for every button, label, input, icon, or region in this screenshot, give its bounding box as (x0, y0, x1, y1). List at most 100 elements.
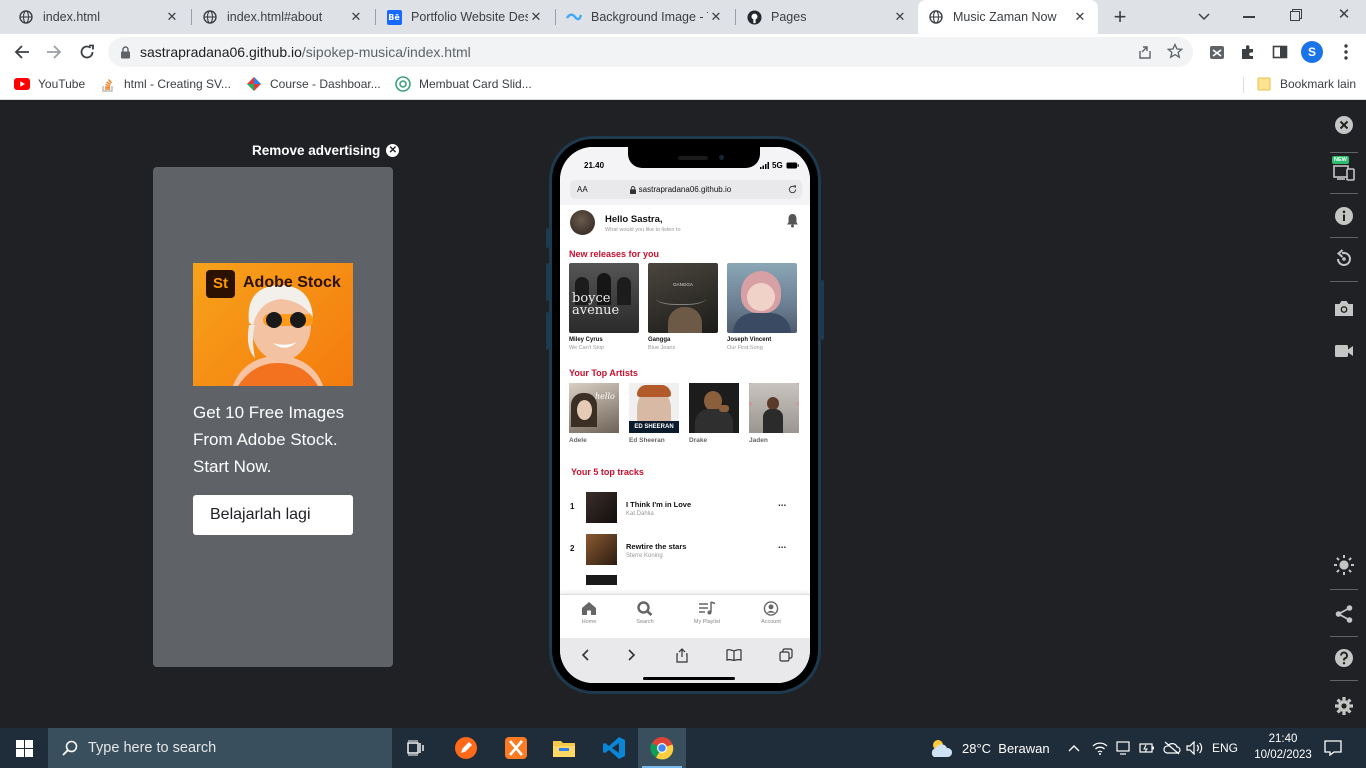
tab-index[interactable]: index.html ✕ (8, 0, 190, 34)
new-tab-button[interactable]: + (1108, 3, 1132, 31)
taskbar-search[interactable]: Type here to search (48, 728, 392, 768)
safari-bookmarks-icon[interactable] (724, 645, 744, 665)
bookmark-card-slider[interactable]: Membuat Card Slid... (395, 70, 532, 98)
other-bookmarks[interactable]: Bookmark lain (1256, 70, 1356, 98)
file-explorer-icon[interactable] (540, 728, 588, 768)
release-cover: GANGGA (648, 263, 718, 333)
artist-card[interactable]: ED SHEERAN Ed Sheeran (629, 383, 679, 444)
release-card[interactable]: Joseph Vincent Our First Song (727, 263, 797, 351)
section-title-new-releases: New releases for you (569, 249, 660, 259)
greeting: Hello Sastra, (605, 214, 663, 225)
profile-avatar[interactable]: S (1301, 41, 1323, 63)
tab-search-icon[interactable] (1196, 8, 1212, 24)
weather-widget[interactable]: 28°C Berawan (928, 728, 1050, 768)
close-icon[interactable]: ✕ (1072, 9, 1088, 25)
more-options-icon[interactable]: ... (778, 540, 786, 551)
clock[interactable]: 21:40 10/02/2023 (1248, 731, 1318, 763)
search-icon (637, 601, 653, 616)
track-row[interactable]: 1 I Think I'm in Love Kat Dahlia ... (560, 490, 810, 524)
extension-icon[interactable] (1204, 39, 1230, 65)
artist-card[interactable]: hello Adele (569, 383, 619, 444)
camera-icon[interactable] (1332, 296, 1356, 320)
nav-my-playlist[interactable]: My Playlist (682, 601, 732, 625)
gear-icon[interactable] (1332, 694, 1356, 718)
safari-tabs-icon[interactable] (776, 645, 796, 665)
forward-button[interactable] (41, 39, 67, 65)
close-window-button[interactable]: ✕ (1336, 7, 1352, 23)
bookmark-stackoverflow[interactable]: html - Creating SV... (100, 70, 231, 98)
release-card[interactable]: GANGGA Gangga Blue Jeans (648, 263, 718, 351)
artist-card[interactable]: Drake (689, 383, 739, 444)
show-hidden-icons[interactable] (1068, 728, 1080, 768)
reload-button[interactable] (74, 39, 100, 65)
help-icon[interactable] (1332, 646, 1356, 670)
back-button[interactable] (9, 39, 35, 65)
bookmark-youtube[interactable]: YouTube (14, 70, 85, 98)
release-card[interactable]: boyce avenue Miley Cyrus We Can't Stop (569, 263, 639, 351)
device-icon[interactable] (1116, 728, 1130, 768)
url-path: /sipokep-musica/index.html (301, 44, 471, 60)
side-panel-icon[interactable] (1267, 39, 1293, 65)
cloud-off-icon[interactable] (1163, 728, 1181, 768)
artist-card[interactable]: Jaden (749, 383, 799, 444)
safari-address-bar[interactable]: AA sastrapradana06.github.io (570, 180, 802, 199)
video-camera-icon[interactable] (1332, 339, 1356, 363)
close-icon[interactable]: ✕ (892, 9, 908, 25)
safari-back-icon[interactable] (575, 645, 595, 665)
nav-home[interactable]: Home (564, 601, 614, 625)
nav-account[interactable]: Account (746, 601, 796, 625)
bookmark-star-icon[interactable] (1167, 43, 1183, 59)
close-icon[interactable]: ✕ (164, 9, 180, 25)
track-rank: 1 (570, 502, 575, 511)
info-icon[interactable] (1332, 204, 1356, 228)
close-icon[interactable]: ✕ (528, 9, 544, 25)
brightness-icon[interactable] (1332, 553, 1356, 577)
avatar[interactable] (570, 210, 595, 235)
vscode-icon[interactable] (590, 728, 638, 768)
speaker-icon[interactable] (1186, 728, 1204, 768)
chrome-icon[interactable] (638, 728, 686, 768)
wifi-icon[interactable] (1092, 728, 1108, 768)
restore-button[interactable] (1290, 9, 1302, 21)
battery-icon[interactable] (1139, 728, 1155, 768)
track-row[interactable]: 2 Rewtire the stars Sterre Koning ... (560, 532, 810, 566)
app-pencil-icon[interactable] (442, 728, 490, 768)
minimize-button[interactable] (1243, 16, 1255, 18)
bookmark-course[interactable]: Course - Dashboar... (246, 70, 381, 98)
task-view-icon[interactable] (392, 728, 440, 768)
learn-more-button[interactable]: Belajarlah lagi (193, 495, 353, 535)
remove-advertising-link[interactable]: Remove advertising ✕ (252, 143, 400, 158)
reload-icon[interactable] (788, 185, 797, 194)
tab-portfolio[interactable]: Bē Portfolio Website Desi ✕ (376, 0, 554, 34)
puzzle-icon[interactable] (1235, 39, 1261, 65)
nav-search[interactable]: Search (620, 601, 670, 625)
tab-pages[interactable]: Pages ✕ (736, 0, 918, 34)
close-icon[interactable]: ✕ (708, 9, 724, 25)
wave-icon (566, 9, 582, 25)
address-bar[interactable]: sastrapradana06.github.io/sipokep-musica… (108, 37, 1193, 67)
close-icon[interactable]: ✕ (348, 9, 364, 25)
more-options-icon[interactable]: ... (778, 498, 786, 509)
responsive-devices-icon[interactable]: NEW (1332, 156, 1356, 182)
reader-aa-button[interactable]: AA (577, 185, 588, 194)
tab-about[interactable]: index.html#about ✕ (192, 0, 374, 34)
tab-music-zaman-now[interactable]: Music Zaman Now ✕ (918, 0, 1098, 34)
ad-card[interactable]: St Adobe Stock Get 10 Free Images From A… (153, 167, 393, 667)
tab-title: Music Zaman Now (953, 10, 1057, 24)
language-indicator[interactable]: ENG (1212, 728, 1238, 768)
share-icon[interactable] (1137, 44, 1153, 60)
xampp-icon[interactable] (492, 728, 540, 768)
release-subtitle: Blue Jeans (648, 345, 676, 351)
safari-forward-icon[interactable] (622, 645, 642, 665)
bell-icon[interactable] (786, 213, 799, 228)
safari-share-icon[interactable] (672, 645, 692, 665)
share-icon[interactable] (1332, 602, 1356, 626)
start-button[interactable] (0, 728, 48, 768)
close-circle-icon[interactable] (1332, 113, 1356, 137)
more-menu-icon[interactable] (1333, 39, 1359, 65)
rotate-icon[interactable] (1332, 247, 1356, 271)
notification-icon[interactable] (1324, 728, 1342, 768)
tab-background-image[interactable]: Background Image - T ✕ (556, 0, 734, 34)
tab-title: index.html#about (227, 10, 323, 24)
bookmark-label: Bookmark lain (1280, 77, 1357, 91)
